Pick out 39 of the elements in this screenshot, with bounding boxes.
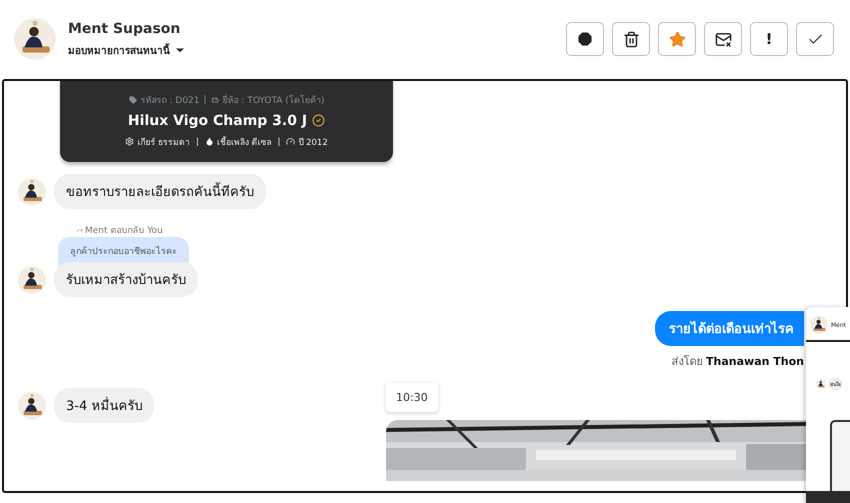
car-model: Hilux Vigo Champ 3.0 J <box>128 112 308 128</box>
car-spec: เชื้อเพลิง ดีเซล <box>216 135 272 148</box>
avatar <box>18 266 46 294</box>
toolbar-button[interactable] <box>566 22 604 56</box>
trash-icon <box>622 30 640 48</box>
avatar <box>816 379 826 389</box>
message-bubble: 3-4 หมื่นครับ <box>54 388 154 423</box>
sender-label: ส่งโดย Thanawan Thon <box>672 354 804 370</box>
star-icon <box>668 30 686 48</box>
avatar <box>14 18 56 60</box>
avatar <box>810 316 828 334</box>
gear-icon <box>125 137 134 146</box>
reply-icon <box>76 226 84 234</box>
alert-icon <box>576 30 594 48</box>
contact-name: Ment Supason <box>68 20 182 36</box>
message-bubble: ขอทราบรายละเอียดรถคันนี้ทีครับ <box>54 174 266 209</box>
toolbar-button[interactable] <box>612 22 650 56</box>
separator: | <box>278 136 280 146</box>
toolbar-button[interactable]: ! <box>750 22 788 56</box>
drop-icon <box>204 137 214 146</box>
envelope-icon <box>714 30 732 48</box>
car-spec: เกียร์ ธรรมดา <box>137 136 190 148</box>
popup-footer <box>806 491 850 503</box>
car-brand: ยี่ห้อ : TOYOTA (โตโยต้า) <box>222 92 324 106</box>
reply-label: Ment ตอบกลับ You <box>85 225 163 237</box>
avatar <box>18 178 46 206</box>
separator: | <box>204 94 207 104</box>
avatar <box>18 392 46 420</box>
car-code: รหัสรถ : D021 <box>140 94 200 106</box>
car-spec: ปี 2012 <box>298 136 328 148</box>
message-bubble: รายได้ต่อเดือนเท่าไรค <box>655 311 804 346</box>
assign-dropdown[interactable]: มอบหมายการสนทนานี้ <box>68 42 186 58</box>
message-bubble: รับเหมาสร้างบ้านครับ <box>54 262 198 297</box>
separator: | <box>196 136 199 146</box>
message-time: 10:30 <box>386 383 438 412</box>
tag-icon <box>128 96 137 104</box>
car-icon <box>210 96 219 104</box>
gauge-icon <box>286 137 296 146</box>
toolbar-button[interactable] <box>704 22 742 56</box>
